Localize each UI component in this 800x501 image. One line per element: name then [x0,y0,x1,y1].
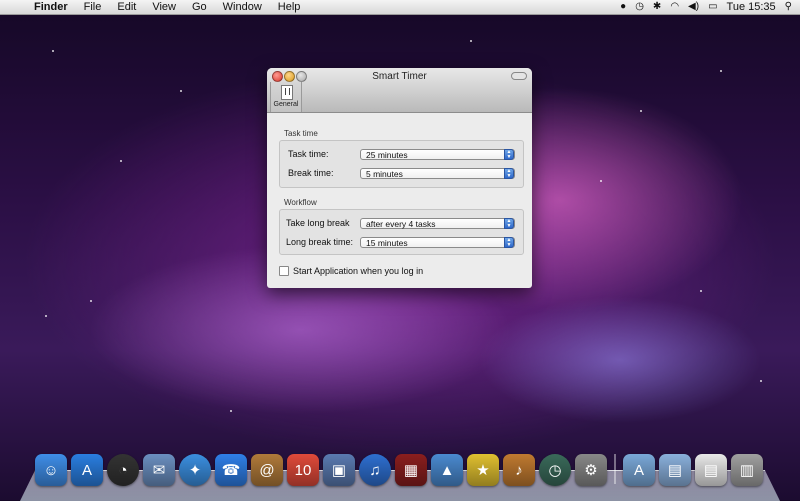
garageband-icon[interactable]: ♪ [503,454,535,486]
workflow-group: Take long break after every 4 tasks ▲ ▼ L… [279,209,524,255]
wifi-icon[interactable]: ◠ [670,0,679,14]
menu-help[interactable]: Help [270,0,309,14]
task-time-value: 25 minutes [366,150,408,160]
menu-view[interactable]: View [144,0,184,14]
task-time-group-label: Task time [284,129,318,138]
menu-window[interactable]: Window [215,0,270,14]
tab-general-label: General [273,101,299,108]
preview-icon[interactable]: ▣ [323,454,355,486]
popup-arrows-icon: ▲ ▼ [504,237,514,248]
long-break-frequency-select[interactable]: after every 4 tasks ▲ ▼ [360,218,515,229]
volume-icon[interactable]: ◀) [688,0,699,14]
time-machine-icon[interactable]: ◷ [539,454,571,486]
app-store-icon[interactable]: A [71,454,103,486]
dock: ☺ A ◔ ✉ ✦ ☎ @10 ▣ ♫ ▦ ▲ ★ ♪ ◷ ⚙ A ▤ ▤ ▥ [35,454,763,492]
task-time-select[interactable]: 25 minutes ▲ ▼ [360,149,515,160]
long-break-frequency-label: Take long break [286,218,350,228]
mail-icon[interactable]: ✉ [143,454,175,486]
popup-arrows-icon: ▲ ▼ [504,149,514,160]
itunes-icon[interactable]: ♫ [359,454,391,486]
safari-icon[interactable]: ✦ [179,454,211,486]
imovie-icon[interactable]: ★ [467,454,499,486]
ical-icon[interactable]: 10 [287,454,319,486]
trash-icon[interactable]: ▥ [731,454,763,486]
task-time-label: Task time: [288,149,329,159]
break-time-select[interactable]: 5 minutes ▲ ▼ [360,168,515,179]
task-time-group: Task time: 25 minutes ▲ ▼ Break time: 5 m… [279,140,524,188]
checkbox-box[interactable] [279,266,289,276]
bluetooth-icon[interactable]: ✱ [653,0,661,14]
dashboard-icon[interactable]: ◔ [107,454,139,486]
spotlight-search-icon[interactable]: ⚲ [785,0,792,14]
ichat-icon[interactable]: ☎ [215,454,247,486]
long-break-frequency-value: after every 4 tasks [366,219,436,229]
smart-timer-status-icon[interactable]: ● [620,0,626,14]
battery-icon[interactable]: ▭ [708,0,717,14]
documents-folder-icon[interactable]: ▤ [659,454,691,486]
address-book-icon[interactable]: @ [251,454,283,486]
time-machine-status-icon[interactable]: ◷ [635,0,644,14]
dock-separator [614,454,616,484]
menu-go[interactable]: Go [184,0,215,14]
finder-icon[interactable]: ☺ [35,454,67,486]
menu-file[interactable]: File [76,0,110,14]
window-titlebar: Smart Timer General [267,68,532,113]
long-break-time-value: 15 minutes [366,238,408,248]
menu-bar: Finder File Edit View Go Window Help ● ◷… [0,0,800,15]
smart-timer-window: Smart Timer General Task time Task time:… [267,68,532,288]
toolbar-toggle-button[interactable] [511,72,527,80]
long-break-time-select[interactable]: 15 minutes ▲ ▼ [360,237,515,248]
workflow-group-label: Workflow [284,198,317,207]
break-time-label: Break time: [288,168,334,178]
popup-arrows-icon: ▲ ▼ [504,168,514,179]
start-at-login-checkbox[interactable]: Start Application when you log in [279,266,423,276]
iphoto-icon[interactable]: ▲ [431,454,463,486]
menu-edit[interactable]: Edit [109,0,144,14]
tab-general[interactable]: General [270,82,302,112]
break-time-value: 5 minutes [366,169,403,179]
general-prefs-icon [281,85,293,100]
start-at-login-label: Start Application when you log in [293,266,424,276]
menu-app-name[interactable]: Finder [26,0,76,14]
photo-booth-icon[interactable]: ▦ [395,454,427,486]
window-title: Smart Timer [372,71,427,82]
long-break-time-label: Long break time: [286,237,354,247]
popup-arrows-icon: ▲ ▼ [504,218,514,229]
menubar-clock[interactable]: Tue 15:35 [727,0,776,14]
applications-folder-icon[interactable]: A [623,454,655,486]
downloads-stack-icon[interactable]: ▤ [695,454,727,486]
system-preferences-icon[interactable]: ⚙ [575,454,607,486]
